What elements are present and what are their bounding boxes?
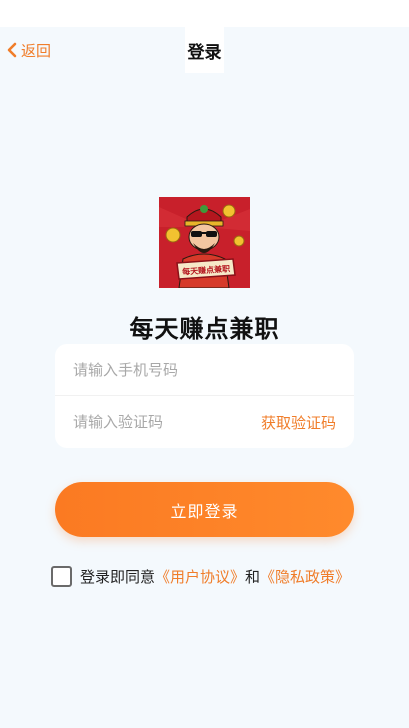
login-button[interactable]: 立即登录 bbox=[55, 482, 354, 537]
phone-input[interactable] bbox=[73, 360, 336, 379]
code-field: 获取验证码 bbox=[55, 396, 354, 448]
chevron-left-icon bbox=[7, 42, 17, 58]
phone-field bbox=[55, 344, 354, 396]
back-label: 返回 bbox=[21, 41, 52, 60]
page-title: 登录 bbox=[187, 42, 222, 63]
agreement-prefix: 登录即同意 bbox=[80, 567, 156, 586]
verification-code-input[interactable] bbox=[73, 413, 261, 431]
nav-title-box: 登录 bbox=[185, 27, 224, 73]
user-agreement-link[interactable]: 《用户协议》 bbox=[155, 566, 245, 587]
agreement-checkbox[interactable] bbox=[51, 565, 72, 587]
agreement-and: 和 bbox=[245, 567, 261, 586]
app-name: 每天赚点兼职 bbox=[129, 315, 280, 343]
get-code-button[interactable]: 获取验证码 bbox=[261, 412, 336, 433]
login-form: 获取验证码 bbox=[55, 344, 354, 448]
app-logo-art: 每天赚点兼职 bbox=[159, 197, 250, 288]
back-button[interactable]: 返回 bbox=[6, 39, 51, 61]
agreement-row: 登录即同意 《用户协议》 和 《隐私政策》 bbox=[51, 565, 350, 587]
nav-bar: 返回 登录 bbox=[0, 27, 409, 73]
app-logo: 每天赚点兼职 bbox=[159, 197, 250, 288]
privacy-policy-link[interactable]: 《隐私政策》 bbox=[260, 566, 350, 587]
status-bar bbox=[0, 0, 409, 27]
